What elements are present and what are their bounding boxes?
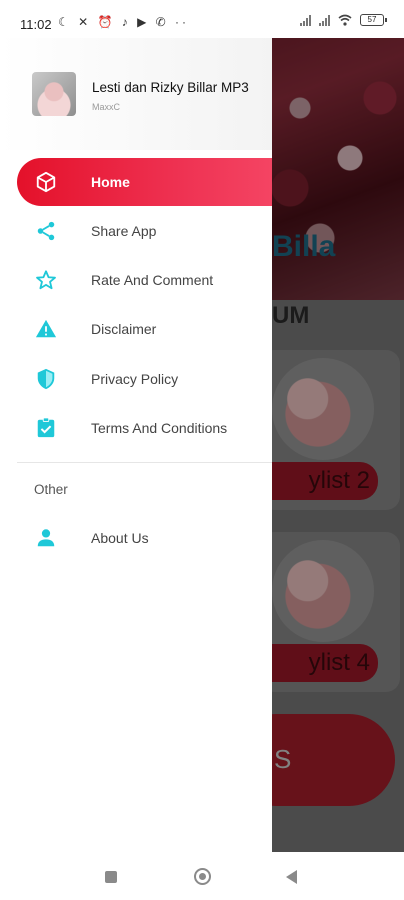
app-name: Lesti dan Rizky Billar MP3 (92, 80, 249, 95)
drawer-header: Lesti dan Rizky Billar MP3 MaxxC (0, 38, 272, 150)
recent-apps-button[interactable] (105, 871, 117, 883)
cube-icon (34, 170, 58, 194)
person-icon (34, 526, 58, 550)
menu-item-rate[interactable]: Rate And Comment (0, 255, 272, 304)
other-menu: About Us (0, 513, 272, 562)
menu-item-terms[interactable]: Terms And Conditions (0, 404, 272, 453)
status-bar: 11:02 ☾ ✕ ⏰ ♪ ▶ ✆ ·· 57 (0, 0, 404, 38)
menu-item-privacy-policy[interactable]: Privacy Policy (0, 354, 272, 403)
warning-icon (34, 317, 58, 341)
star-icon (34, 268, 58, 292)
app-avatar (32, 72, 76, 116)
navigation-drawer: Lesti dan Rizky Billar MP3 MaxxC Home Sh… (0, 38, 272, 852)
app-developer: MaxxC (92, 102, 121, 112)
section-label-other: Other (34, 482, 68, 497)
shield-icon (34, 367, 58, 391)
menu-item-label: About Us (91, 529, 149, 546)
home-button[interactable] (194, 868, 211, 885)
menu-divider (17, 462, 272, 463)
system-nav-bar (0, 852, 404, 900)
menu-item-label: Home (91, 174, 130, 190)
menu-item-disclaimer[interactable]: Disclaimer (0, 305, 272, 354)
drawer-menu: Home Share App Rate And Comment Disclaim… (0, 158, 272, 453)
menu-item-share-app[interactable]: Share App (0, 206, 272, 255)
share-icon (34, 219, 58, 243)
back-button[interactable] (286, 870, 297, 884)
signal-icon (300, 14, 311, 26)
signal-icon (319, 14, 330, 26)
menu-item-about-us[interactable]: About Us (0, 513, 272, 562)
system-icons: 57 (300, 14, 387, 26)
battery-icon: 57 (360, 14, 387, 26)
menu-item-label: Terms And Conditions (91, 420, 228, 437)
menu-item-home[interactable]: Home (17, 158, 272, 206)
menu-item-label: Privacy Policy (91, 370, 179, 387)
wifi-icon (338, 14, 352, 26)
clipboard-check-icon (34, 416, 58, 440)
menu-item-label: Share App (91, 222, 157, 239)
menu-item-label: Disclaimer (91, 321, 157, 338)
notification-icons: ☾ ✕ ⏰ ♪ ▶ ✆ ·· (58, 15, 190, 29)
status-time: 11:02 (20, 17, 52, 32)
menu-item-label: Rate And Comment (91, 272, 214, 289)
